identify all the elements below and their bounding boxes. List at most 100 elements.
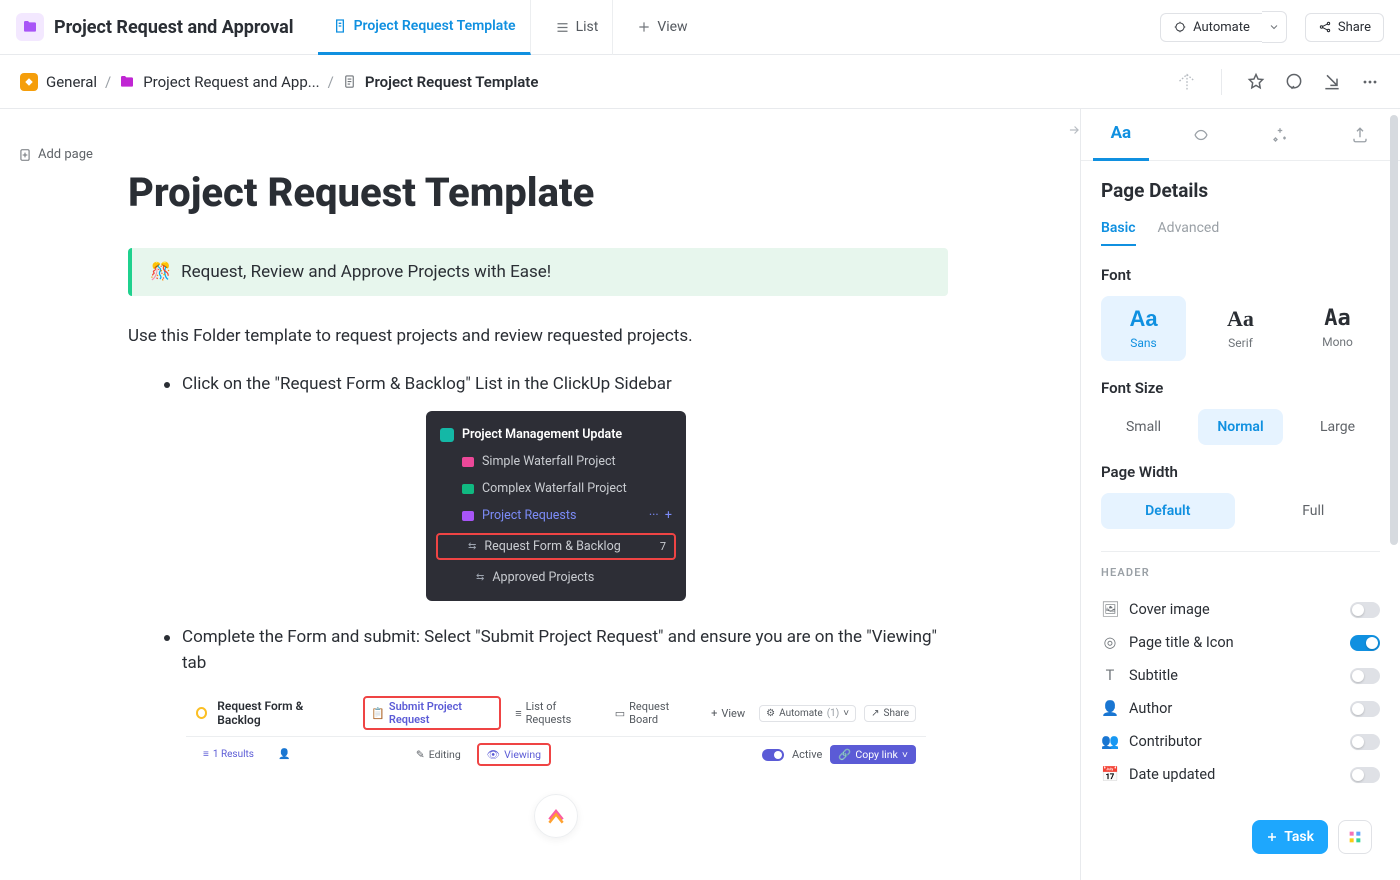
bullet-dot-icon [164,635,170,641]
bullet-text: Complete the Form and submit: Select "Su… [182,625,948,676]
switch[interactable] [1350,701,1380,717]
task-label: Task [1284,829,1314,845]
font-serif[interactable]: Aa Serif [1198,296,1283,361]
doc-icon [342,74,357,89]
font-mono[interactable]: Aa Mono [1295,296,1380,361]
rp-tab-ai[interactable] [1173,109,1229,161]
list-icon: ⇆ [468,541,476,552]
people-icon: 👥 [1101,733,1119,750]
space-badge-icon [20,73,38,91]
tab-project-request-template[interactable]: Project Request Template [318,0,531,55]
automate-label: Automate [1193,20,1250,35]
page-details-title: Page Details [1101,179,1380,202]
header-section-label: HEADER [1101,566,1380,579]
page-details-panel: Aa Page Details Basic Advanced Font Aa S… [1080,109,1400,880]
toggle-label: Cover image [1129,601,1210,618]
tab-label: List [576,19,599,35]
separator: / [105,73,111,91]
person-icon: 👤 [1101,700,1119,717]
size-normal[interactable]: Normal [1198,409,1283,445]
tab-list[interactable]: List [541,0,614,55]
folder-icon [119,74,135,90]
switch[interactable] [1350,635,1380,651]
switch[interactable] [1350,668,1380,684]
space-title: Project Request and Approval [54,17,294,38]
shot-row: Approved Projects [492,570,594,585]
toggle-title-icon[interactable]: ◎ Page title & Icon [1101,626,1380,659]
font-sans[interactable]: Aa Sans [1101,296,1186,361]
bullet-1[interactable]: Click on the "Request Form & Backlog" Li… [164,372,948,398]
shot2-results: ≡ 1 Results [196,746,261,763]
toggle-subtitle[interactable]: T Subtitle [1101,659,1380,692]
tab-add-view[interactable]: View [623,0,701,55]
width-default[interactable]: Default [1101,493,1235,529]
image-icon: 🖼 [1101,601,1119,618]
divider [1221,69,1222,95]
toggle-contributor[interactable]: 👥 Contributor [1101,725,1380,758]
toggle-cover-image[interactable]: 🖼 Cover image [1101,593,1380,626]
shot2-copy: 🔗 Copy link ˅ [830,745,916,764]
star-icon[interactable] [1246,72,1266,92]
breadcrumb-general[interactable]: General [46,73,97,91]
space-icon [440,428,454,442]
bullet-2[interactable]: Complete the Form and submit: Select "Su… [164,625,948,676]
status-icon [196,707,207,719]
folder-icon [462,484,474,494]
callout-block[interactable]: 🎊 Request, Review and Approve Projects w… [128,248,948,296]
breadcrumb-current: Project Request Template [365,73,539,91]
shot2-tab-board: ▭Request Board [611,698,697,728]
automate-dropdown[interactable] [1262,11,1287,43]
toggle-label: Contributor [1129,733,1202,750]
switch[interactable] [1350,734,1380,750]
new-task-button[interactable]: Task [1252,820,1328,854]
collapse-panel-icon[interactable] [1067,123,1081,137]
breadcrumb-folder[interactable]: Project Request and App... [143,73,319,91]
share-button[interactable]: Share [1305,13,1384,42]
page-width-label: Page Width [1101,463,1380,481]
add-page-button[interactable]: Add page [18,147,93,162]
more-icon[interactable] [1360,72,1380,92]
automate-button[interactable]: Automate [1160,13,1262,42]
bullet-dot-icon [164,382,170,388]
bullet-text: Click on the "Request Form & Backlog" Li… [182,372,672,398]
scrollbar-thumb[interactable] [1390,115,1398,545]
shot2-tab-view: +View [707,705,749,722]
more-icon: ··· + [649,508,672,523]
size-small[interactable]: Small [1101,409,1186,445]
shot2-automate: ⚙ Automate (1) ˅ [759,705,856,722]
switch[interactable] [1350,767,1380,783]
page-title[interactable]: Project Request Template [128,169,948,216]
share-label: Share [1338,20,1371,35]
document-main: Add page Project Request Template 🎊 Requ… [0,109,1080,880]
comment-icon[interactable] [1284,72,1304,92]
shot2-title: Request Form & Backlog [217,699,337,727]
folder-icon [462,511,474,521]
rp-tab-export[interactable] [1332,109,1388,161]
intro-paragraph[interactable]: Use this Folder template to request proj… [128,324,948,350]
shot2-tab-list: ≡List of Requests [511,698,601,728]
shot-header: Project Management Update [462,427,622,442]
clickup-logo-icon [534,794,578,838]
toggle-date-updated[interactable]: 📅 Date updated [1101,758,1380,791]
separator: / [328,73,334,91]
shot-row: Simple Waterfall Project [482,454,616,469]
rp-tab-stars[interactable] [1252,109,1308,161]
font-section-label: Font [1101,266,1380,284]
shot-row: Project Requests [482,508,576,523]
rp-tab-typography[interactable]: Aa [1093,109,1149,161]
width-full[interactable]: Full [1247,493,1381,529]
subtab-basic[interactable]: Basic [1101,220,1136,246]
text-icon: T [1101,667,1119,684]
switch[interactable] [1350,602,1380,618]
tab-label: View [657,19,687,35]
subtab-advanced[interactable]: Advanced [1158,220,1220,246]
folder-icon [462,457,474,467]
embedded-image-toolbar: Request Form & Backlog 📋Submit Project R… [186,690,926,772]
shot2-viewing: 👁 Viewing [477,743,551,766]
apps-button[interactable] [1338,820,1372,854]
toggle-author[interactable]: 👤 Author [1101,692,1380,725]
size-large[interactable]: Large [1295,409,1380,445]
download-icon[interactable] [1322,72,1342,92]
tag-icon[interactable] [1177,72,1197,92]
toggle-label: Subtitle [1129,667,1178,684]
